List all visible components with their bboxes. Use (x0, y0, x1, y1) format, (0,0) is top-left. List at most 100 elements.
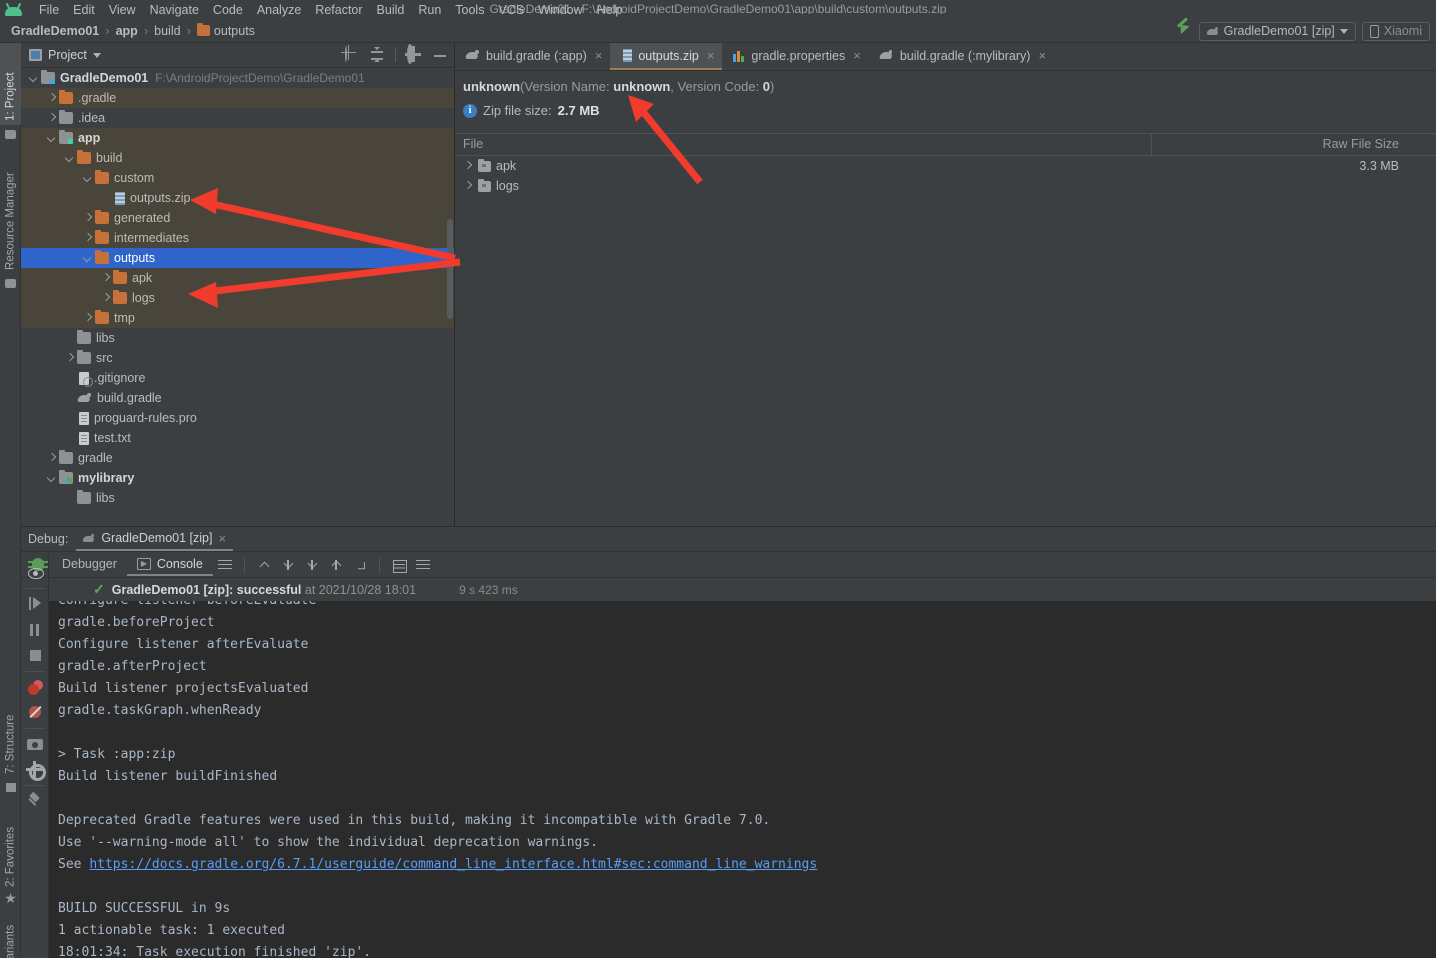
table-row[interactable]: logs (455, 176, 1436, 196)
menu-code[interactable]: Code (206, 1, 250, 19)
tree-node[interactable]: proguard-rules.pro (21, 408, 454, 428)
sidebar-item-structure[interactable]: 7: Structure (0, 688, 21, 778)
close-icon[interactable]: × (1038, 48, 1046, 63)
soft-wrap-icon[interactable] (412, 555, 434, 575)
tree-node[interactable]: logs (21, 288, 454, 308)
sidebar-item-build-variants[interactable]: Build Variants (0, 911, 21, 958)
menu-lines-icon[interactable] (214, 555, 236, 575)
force-step-into-icon[interactable] (301, 555, 323, 575)
project-tree[interactable]: GradleDemo01 F:\AndroidProjectDemo\Gradle… (21, 68, 454, 526)
breadcrumb-item-build[interactable]: build (151, 23, 183, 39)
menu-analyze[interactable]: Analyze (250, 1, 308, 19)
view-breakpoints-icon[interactable] (21, 674, 49, 700)
editor-tab[interactable]: build.gradle (:app) × (455, 43, 610, 70)
run-green-arrow-icon[interactable] (1175, 23, 1193, 39)
editor-tab[interactable]: gradle.properties × (722, 43, 868, 70)
tab-console[interactable]: ▶ Console (126, 554, 213, 576)
chevron-down-icon[interactable] (29, 73, 39, 83)
tree-node[interactable]: .gradle (21, 88, 454, 108)
sidebar-item-favorites[interactable]: 2: Favorites (0, 801, 21, 891)
eye-watch-icon[interactable] (21, 560, 49, 586)
tree-node[interactable]: outputs.zip (21, 188, 454, 208)
menu-tools[interactable]: Tools (448, 1, 491, 19)
debug-session-tab[interactable]: GradleDemo01 [zip] × (76, 528, 234, 551)
tree-node[interactable]: libs (21, 488, 454, 508)
pin-tab-icon[interactable] (21, 788, 49, 814)
close-icon[interactable]: × (707, 48, 715, 63)
column-header-raw-file-size[interactable]: Raw File Size (1152, 133, 1436, 156)
chevron-down-icon[interactable] (65, 153, 75, 163)
project-tree-scrollbar[interactable] (447, 219, 453, 319)
tree-node[interactable]: gradle (21, 448, 454, 468)
chevron-right-icon[interactable] (83, 213, 93, 223)
menu-edit[interactable]: Edit (66, 1, 102, 19)
gradle-docs-link[interactable]: https://docs.gradle.org/6.7.1/userguide/… (89, 857, 817, 872)
menu-vcs[interactable]: VCS (491, 1, 531, 19)
pause-program-icon[interactable] (21, 617, 49, 643)
chevron-down-icon[interactable] (83, 173, 93, 183)
stop-icon[interactable] (21, 643, 49, 669)
chevron-right-icon[interactable] (101, 293, 111, 303)
chevron-down-icon[interactable] (47, 133, 57, 143)
sidebar-item-project[interactable]: 1: Project (0, 43, 21, 125)
breadcrumb-item-app[interactable]: app (113, 23, 141, 39)
step-out-icon[interactable] (325, 555, 347, 575)
tree-node[interactable]: tmp (21, 308, 454, 328)
menu-file[interactable]: File (32, 1, 66, 19)
chevron-right-icon[interactable] (83, 313, 93, 323)
table-row[interactable]: apk 3.3 MB (455, 156, 1436, 176)
tree-node[interactable]: .idea (21, 108, 454, 128)
tree-node[interactable]: .gitignore (21, 368, 454, 388)
column-header-file[interactable]: File (455, 133, 1152, 156)
collapse-all-icon[interactable] (369, 47, 385, 63)
screenshot-camera-icon[interactable] (21, 731, 49, 757)
menu-help[interactable]: Help (590, 1, 630, 19)
tree-node[interactable]: outputs (21, 248, 454, 268)
locate-icon[interactable] (343, 46, 359, 63)
tree-node[interactable]: test.txt (21, 428, 454, 448)
close-icon[interactable]: × (595, 48, 603, 63)
chevron-down-icon[interactable] (47, 473, 57, 483)
tree-node[interactable]: libs (21, 328, 454, 348)
tree-node[interactable]: src (21, 348, 454, 368)
chevron-right-icon[interactable] (47, 93, 57, 103)
tree-node[interactable]: generated (21, 208, 454, 228)
menu-build[interactable]: Build (370, 1, 412, 19)
breadcrumb-item-outputs[interactable]: outputs (194, 22, 258, 39)
chevron-right-icon[interactable] (83, 233, 93, 243)
sidebar-item-resource-manager[interactable]: Resource Manager (0, 149, 21, 274)
tree-node[interactable]: build.gradle (21, 388, 454, 408)
tab-debugger[interactable]: Debugger (52, 554, 127, 576)
project-panel-title-group[interactable]: Project (29, 48, 101, 62)
chevron-right-icon[interactable] (47, 113, 57, 123)
tree-node[interactable]: mylibrary (21, 468, 454, 488)
resume-program-icon[interactable] (21, 591, 49, 617)
chevron-down-icon[interactable] (92, 52, 101, 58)
step-over-icon[interactable] (253, 555, 275, 575)
tree-node[interactable]: apk (21, 268, 454, 288)
run-to-cursor-icon[interactable] (349, 555, 371, 575)
console-output[interactable]: Configure listener beforeEvaluate gradle… (49, 601, 1436, 958)
chevron-right-icon[interactable] (65, 353, 75, 363)
step-into-icon[interactable] (277, 555, 299, 575)
chevron-right-icon[interactable] (463, 161, 473, 171)
menu-view[interactable]: View (102, 1, 143, 19)
close-icon[interactable]: × (853, 48, 861, 63)
tree-node[interactable]: custom (21, 168, 454, 188)
close-icon[interactable]: × (218, 531, 226, 546)
chevron-right-icon[interactable] (463, 181, 473, 191)
mute-breakpoints-icon[interactable] (21, 700, 49, 726)
menu-navigate[interactable]: Navigate (143, 1, 206, 19)
menu-run[interactable]: Run (411, 1, 448, 19)
device-selector[interactable]: Xiaomi (1361, 21, 1430, 41)
chevron-down-icon[interactable] (83, 253, 93, 263)
breadcrumb-item-project[interactable]: GradleDemo01 (8, 23, 102, 39)
settings-gear-icon[interactable] (21, 757, 49, 783)
evaluate-grid-icon[interactable] (388, 555, 410, 575)
settings-gear-icon[interactable] (406, 44, 422, 64)
tree-node[interactable]: app (21, 128, 454, 148)
tree-node[interactable]: intermediates (21, 228, 454, 248)
tree-node[interactable]: GradleDemo01 F:\AndroidProjectDemo\Gradle… (21, 68, 454, 88)
chevron-right-icon[interactable] (47, 453, 57, 463)
chevron-right-icon[interactable] (101, 273, 111, 283)
